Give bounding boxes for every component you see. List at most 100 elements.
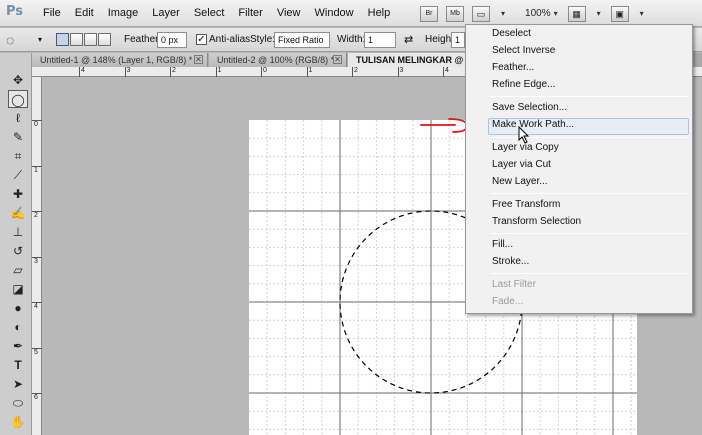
ruler-number: 4: [81, 67, 85, 74]
menu-separator: [490, 233, 688, 234]
width-input[interactable]: 1: [364, 32, 396, 48]
healing-brush-tool-icon[interactable]: ✚: [8, 185, 28, 203]
menu-layer[interactable]: Layer: [145, 0, 187, 27]
zoom-level[interactable]: 100%: [525, 8, 551, 19]
ruler-number: 5: [34, 348, 38, 356]
ruler-number: 4: [34, 303, 38, 310]
lasso-tool-icon[interactable]: ℓ: [8, 109, 28, 127]
brush-tool-icon[interactable]: ✍: [8, 204, 28, 222]
blur-tool-icon[interactable]: ●: [8, 299, 28, 317]
swap-icon[interactable]: ⇄: [404, 28, 413, 52]
menu-item-fade: Fade...: [492, 296, 524, 307]
antialias-checkbox[interactable]: ✓: [196, 34, 207, 45]
paint-bucket-tool-icon[interactable]: ◪: [8, 280, 28, 298]
elliptical-marquee-preset-icon[interactable]: ◌: [6, 28, 14, 52]
ruler-tick: [32, 256, 42, 258]
chevron-down-icon[interactable]: ▾: [554, 9, 558, 18]
path-selection-tool-icon[interactable]: ➤: [8, 375, 28, 393]
close-icon[interactable]: ✕: [333, 55, 342, 64]
dodge-tool-icon[interactable]: ◐: [8, 318, 28, 336]
chevron-down-icon[interactable]: ▾: [38, 28, 42, 52]
ruler-tick: [306, 67, 308, 77]
elliptical-marquee-tool-icon[interactable]: ◯: [8, 90, 28, 108]
add-to-selection-icon[interactable]: [70, 33, 83, 46]
quick-selection-tool-icon[interactable]: ✎: [8, 128, 28, 146]
menu-item-stroke[interactable]: Stroke...: [492, 256, 529, 267]
menu-item-feather[interactable]: Feather...: [492, 62, 534, 73]
ruler-tick: [261, 67, 262, 77]
ruler-number: 2: [34, 212, 38, 219]
type-tool-icon[interactable]: T: [8, 356, 28, 374]
ruler-tick: [32, 120, 42, 121]
menu-window[interactable]: Window: [308, 0, 361, 27]
clone-stamp-tool-icon[interactable]: ⊥: [8, 223, 28, 241]
screen-mode-icon[interactable]: ▣: [610, 5, 629, 22]
menu-view[interactable]: View: [270, 0, 308, 27]
chevron-down-icon[interactable]: ▾: [597, 9, 601, 18]
bridge-button[interactable]: Br: [420, 5, 438, 22]
ruler-number: 3: [399, 67, 404, 74]
chevron-down-icon[interactable]: ▾: [640, 9, 644, 18]
ruler-tick: [32, 393, 42, 394]
tab-label: Untitled-2 @ 100% (RGB/8) *: [217, 55, 335, 65]
chevron-down-icon[interactable]: ▾: [501, 9, 505, 18]
width-label: Width:: [337, 34, 366, 45]
menu-item-refine-edge[interactable]: Refine Edge...: [492, 79, 555, 90]
menu-filter[interactable]: Filter: [231, 0, 269, 27]
close-icon[interactable]: ✕: [194, 55, 203, 64]
menu-item-select-inverse[interactable]: Select Inverse: [492, 45, 555, 56]
hand-tool-icon[interactable]: ✋: [8, 413, 28, 431]
arrange-documents-icon[interactable]: ▦: [567, 5, 586, 22]
menu-item-free-transform[interactable]: Free Transform: [492, 199, 560, 210]
crop-tool-icon[interactable]: ⌗: [8, 147, 28, 165]
height-input[interactable]: 1: [451, 32, 465, 48]
ruler-tick: [79, 67, 80, 77]
style-label: Style:: [250, 34, 276, 45]
view-extras-icon[interactable]: ▭: [472, 5, 490, 22]
menu-separator: [490, 193, 688, 194]
menu-edit[interactable]: Edit: [68, 0, 101, 27]
ruler-tick: [397, 67, 399, 77]
move-tool-icon[interactable]: ✥: [8, 71, 28, 89]
ruler-tick: [124, 67, 126, 77]
ruler-number: 1: [217, 67, 222, 74]
ruler-tick: [170, 67, 171, 77]
ruler-tick: [32, 302, 42, 303]
menu-help[interactable]: Help: [361, 0, 398, 27]
ruler-number: 1: [34, 166, 38, 174]
menu-item-deselect[interactable]: Deselect: [492, 28, 531, 39]
tab-label: Untitled-1 @ 148% (Layer 1, RGB/8) *: [40, 55, 193, 65]
mouse-cursor-icon: [518, 126, 530, 144]
ruler-number: 3: [126, 67, 131, 74]
menu-item-transform-selection[interactable]: Transform Selection: [492, 216, 581, 227]
menu-select[interactable]: Select: [187, 0, 232, 27]
tab-untitled-2[interactable]: Untitled-2 @ 100% (RGB/8) * ✕: [209, 53, 347, 67]
context-menu: Deselect Select Inverse Feather... Refin…: [465, 24, 693, 314]
tab-untitled-1[interactable]: Untitled-1 @ 148% (Layer 1, RGB/8) * ✕: [32, 53, 208, 67]
menu-separator: [490, 96, 688, 97]
ruler-tick: [32, 165, 42, 167]
menu-image[interactable]: Image: [101, 0, 146, 27]
minibridge-button[interactable]: Mb: [446, 5, 464, 22]
menu-file[interactable]: File: [36, 0, 68, 27]
menu-item-make-work-path[interactable]: Make Work Path...: [492, 119, 574, 130]
eyedropper-tool-icon[interactable]: ⟋: [8, 166, 28, 184]
new-selection-icon[interactable]: [56, 33, 69, 46]
ruler-number: 4: [445, 67, 449, 74]
style-select[interactable]: Fixed Ratio: [274, 32, 330, 48]
intersect-selection-icon[interactable]: [98, 33, 111, 46]
ruler-number: 1: [308, 67, 313, 74]
menu-item-fill[interactable]: Fill...: [492, 239, 513, 250]
ruler-number: 2: [354, 67, 358, 74]
menu-item-save-selection[interactable]: Save Selection...: [492, 102, 567, 113]
antialias-label: Anti-alias: [209, 34, 251, 45]
menu-item-new-layer[interactable]: New Layer...: [492, 176, 548, 187]
eraser-tool-icon[interactable]: ▱: [8, 261, 28, 279]
ruler-number: 0: [34, 121, 38, 128]
menu-item-layer-via-cut[interactable]: Layer via Cut: [492, 159, 551, 170]
history-brush-tool-icon[interactable]: ↺: [8, 242, 28, 260]
pen-tool-icon[interactable]: ✒: [8, 337, 28, 355]
subtract-from-selection-icon[interactable]: [84, 33, 97, 46]
ellipse-shape-tool-icon[interactable]: ⬭: [8, 394, 28, 412]
feather-input[interactable]: 0 px: [157, 32, 187, 48]
